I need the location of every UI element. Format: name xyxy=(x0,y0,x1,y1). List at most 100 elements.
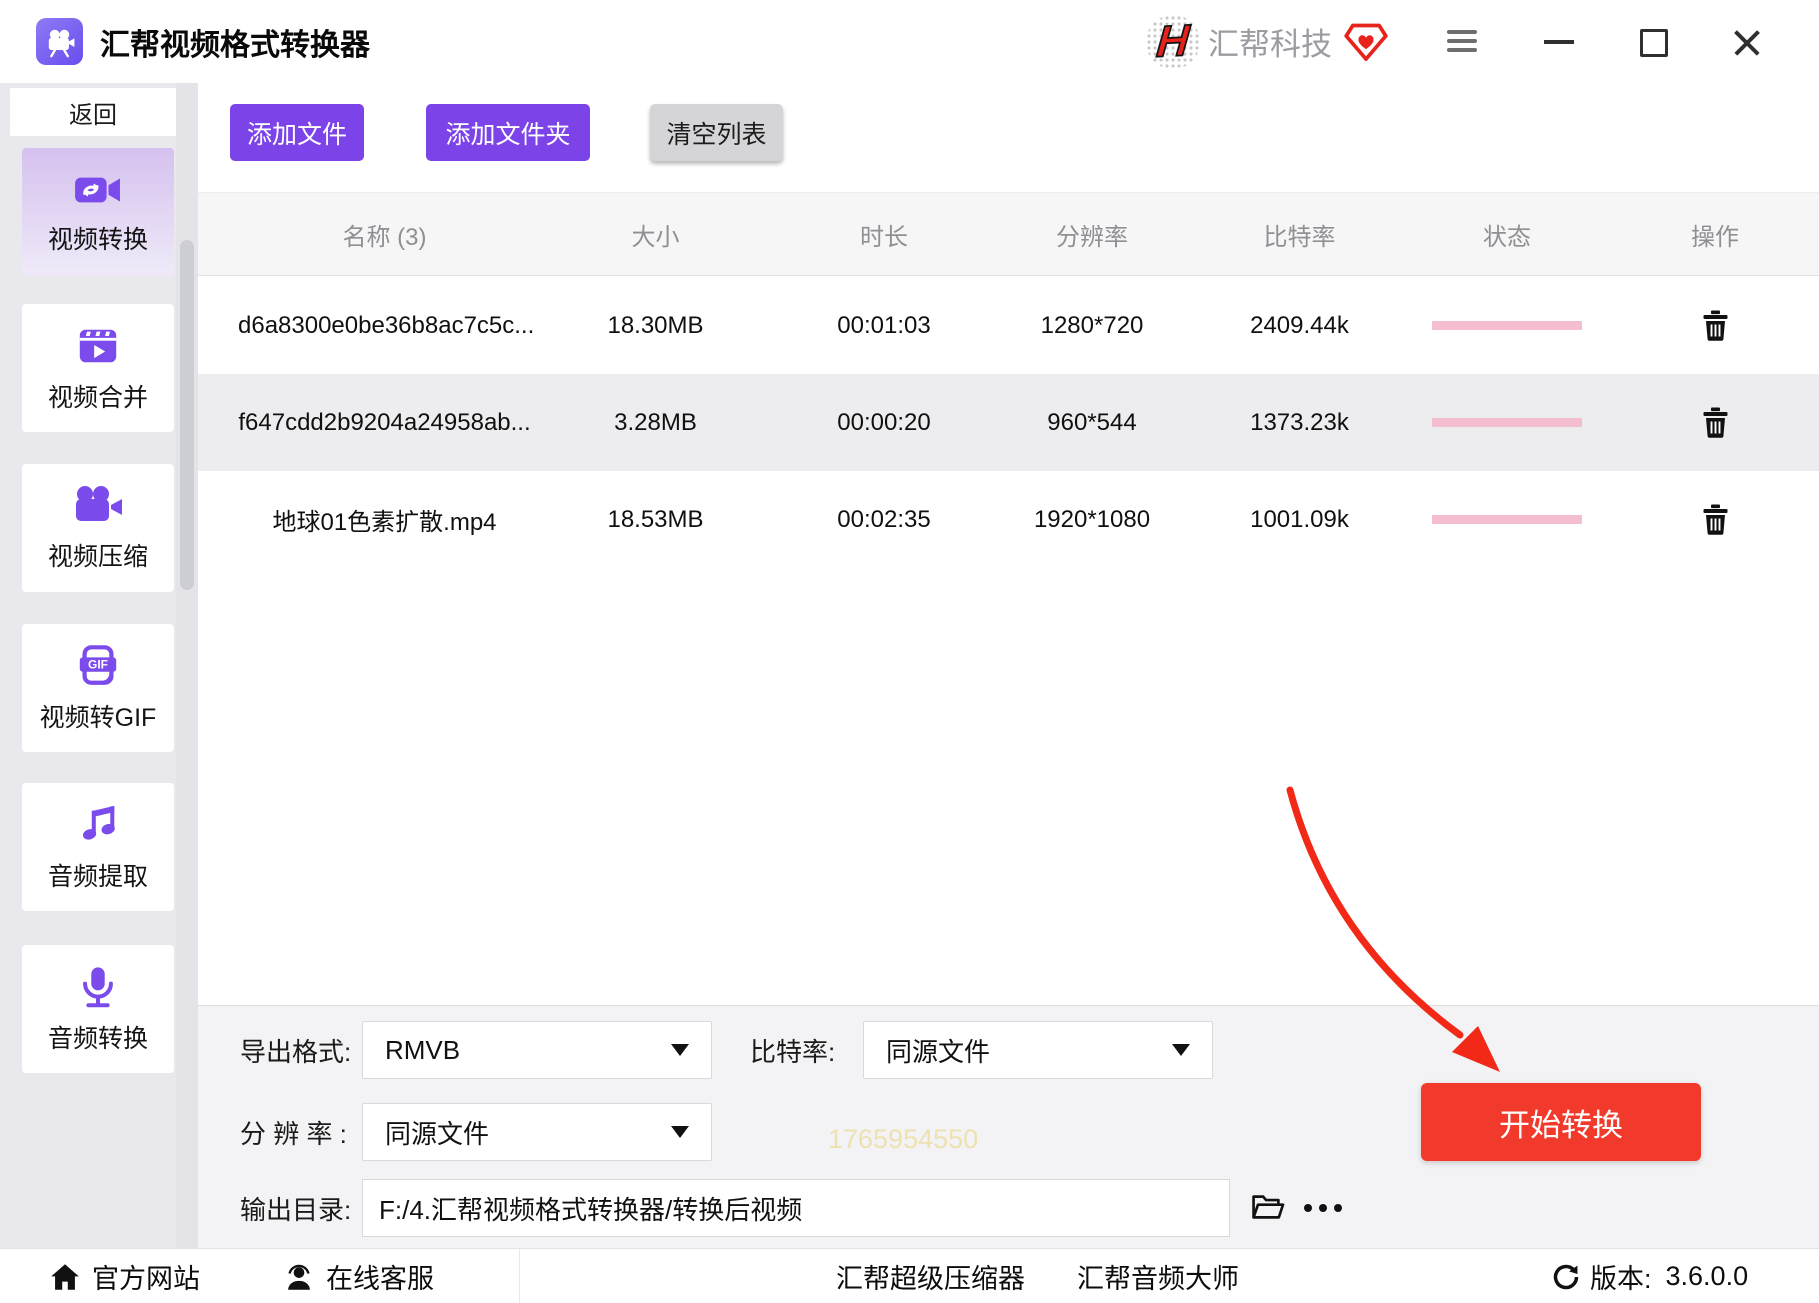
sidebar-item-video-compress[interactable]: 视频压缩 xyxy=(22,464,174,592)
sidebar-item-label: 视频合并 xyxy=(47,383,148,412)
sidebar-item-video-convert[interactable]: 视频转换 xyxy=(22,148,174,276)
video-merge-icon xyxy=(79,329,117,362)
start-convert-button[interactable]: 开始转换 xyxy=(1421,1083,1701,1161)
video-convert-icon xyxy=(75,177,120,202)
bitrate-select[interactable]: 同源文件 xyxy=(863,1021,1213,1079)
home-icon xyxy=(51,1263,79,1290)
gif-icon-text: GIF xyxy=(88,657,108,671)
audio-extract-icon xyxy=(82,805,115,840)
export-format-label: 导出格式: xyxy=(240,1036,352,1067)
version-value: 3.6.0.0 xyxy=(1665,1261,1749,1291)
file-bitrate: 2409.44k xyxy=(1250,311,1349,339)
refresh-icon[interactable] xyxy=(1552,1263,1580,1291)
file-size: 3.28MB xyxy=(614,408,697,436)
column-header-name: 名称 (3) xyxy=(342,223,427,251)
caret-down-icon xyxy=(1172,1044,1190,1056)
video-to-gif-icon: GIF xyxy=(79,644,117,685)
sidebar-item-video-merge[interactable]: 视频合并 xyxy=(22,304,174,432)
table-row[interactable]: d6a8300e0be36b8ac7c5c... 18.30MB 00:01:0… xyxy=(198,277,1819,374)
watermark-text: 1765954550 xyxy=(828,1124,979,1154)
caret-down-icon xyxy=(671,1126,689,1138)
file-resolution: 960*544 xyxy=(1047,408,1137,436)
video-compress-icon xyxy=(76,485,122,521)
file-name: d6a8300e0be36b8ac7c5c... xyxy=(238,311,535,339)
output-dir-input[interactable] xyxy=(362,1179,1230,1237)
sidebar-item-label: 音频转换 xyxy=(47,1024,148,1053)
sidebar-item-label: 视频转换 xyxy=(47,225,148,254)
file-duration: 00:01:03 xyxy=(837,311,931,339)
file-bitrate: 1373.23k xyxy=(1250,408,1349,436)
delete-icon[interactable] xyxy=(1702,407,1729,438)
column-header-action: 操作 xyxy=(1691,223,1739,251)
back-button[interactable]: 返回 xyxy=(10,88,176,136)
folder-icon[interactable] xyxy=(1250,1192,1286,1227)
settings-panel: 导出格式: RMVB 比特率: 同源文件 分 辨 率 : 同源文件 176595… xyxy=(198,1005,1819,1249)
caret-down-icon xyxy=(671,1044,689,1056)
progress-bar xyxy=(1432,418,1582,427)
output-dir-label: 输出目录: xyxy=(240,1194,352,1225)
bitrate-value: 同源文件 xyxy=(886,1036,991,1067)
clear-list-button[interactable]: 清空列表 xyxy=(650,104,783,161)
super-compressor-link[interactable]: 汇帮超级压缩器 xyxy=(836,1249,1025,1303)
vip-badge-icon[interactable] xyxy=(1344,22,1388,67)
online-service-link[interactable]: 在线客服 xyxy=(284,1249,434,1303)
export-format-value: RMVB xyxy=(385,1034,461,1065)
column-header-resolution: 分辨率 xyxy=(1056,223,1128,251)
app-logo-icon xyxy=(36,18,83,65)
customer-service-icon xyxy=(288,1264,310,1290)
resolution-value: 同源文件 xyxy=(385,1118,490,1149)
close-button[interactable] xyxy=(1732,28,1762,58)
add-file-button[interactable]: 添加文件 xyxy=(230,104,364,161)
file-name: 地球01色素扩散.mp4 xyxy=(272,509,497,536)
more-options-icon[interactable] xyxy=(1304,1204,1342,1212)
audio-master-link[interactable]: 汇帮音频大师 xyxy=(1077,1249,1239,1303)
file-resolution: 1280*720 xyxy=(1040,311,1144,339)
export-format-select[interactable]: RMVB xyxy=(362,1021,712,1079)
resolution-label: 分 辨 率 : xyxy=(240,1118,347,1149)
version-info: 版本: 3.6.0.0 xyxy=(1552,1249,1748,1303)
bitrate-label: 比特率: xyxy=(750,1036,836,1067)
sidebar-item-label: 视频转GIF xyxy=(39,703,157,732)
brand-name: 汇帮科技 xyxy=(1208,27,1332,62)
audio-convert-icon xyxy=(83,966,113,1007)
brand-initial: H xyxy=(1154,15,1192,67)
sidebar-item-audio-extract[interactable]: 音频提取 xyxy=(22,783,174,911)
file-size: 18.30MB xyxy=(607,311,704,339)
maximize-button[interactable] xyxy=(1640,29,1668,57)
delete-icon[interactable] xyxy=(1702,310,1729,341)
column-header-duration: 时长 xyxy=(860,223,908,251)
super-compressor-label: 汇帮超级压缩器 xyxy=(836,1264,1025,1294)
minimize-button[interactable] xyxy=(1544,40,1574,44)
table-row[interactable]: 地球01色素扩散.mp4 18.53MB 00:02:35 1920*1080 … xyxy=(198,471,1819,568)
table-header: 名称 (3) 大小 时长 分辨率 比特率 状态 操作 xyxy=(198,192,1819,276)
file-name: f647cdd2b9204a24958ab... xyxy=(238,408,531,436)
column-header-bitrate: 比特率 xyxy=(1263,223,1336,251)
add-folder-button[interactable]: 添加文件夹 xyxy=(426,104,590,161)
resolution-select[interactable]: 同源文件 xyxy=(362,1103,712,1161)
sidebar-scrollbar-thumb[interactable] xyxy=(180,240,194,590)
app-title: 汇帮视频格式转换器 xyxy=(100,28,370,62)
column-header-size: 大小 xyxy=(631,223,680,251)
audio-master-label: 汇帮音频大师 xyxy=(1077,1264,1239,1294)
online-service-label: 在线客服 xyxy=(326,1264,434,1294)
file-duration: 00:02:35 xyxy=(837,505,931,533)
status-divider xyxy=(519,1249,520,1303)
title-bar: 汇帮视频格式转换器 H 汇帮科技 xyxy=(0,0,1819,83)
sidebar-item-video-to-gif[interactable]: GIF 视频转GIF xyxy=(22,624,174,752)
official-site-label: 官方网站 xyxy=(92,1264,200,1294)
brand-logo-icon: H xyxy=(1146,15,1200,69)
progress-bar xyxy=(1432,321,1582,330)
sidebar-item-audio-convert[interactable]: 音频转换 xyxy=(22,945,174,1073)
delete-icon[interactable] xyxy=(1702,504,1729,535)
official-site-link[interactable]: 官方网站 xyxy=(50,1249,200,1303)
file-duration: 00:00:20 xyxy=(837,408,931,436)
version-label: 版本: xyxy=(1590,1264,1652,1294)
status-bar: 官方网站 在线客服 汇帮超级压缩器 汇帮音频大师 版本: 3.6.0.0 xyxy=(0,1248,1819,1303)
menu-icon[interactable] xyxy=(1447,30,1477,52)
file-bitrate: 1001.09k xyxy=(1250,505,1349,533)
file-resolution: 1920*1080 xyxy=(1033,505,1151,533)
sidebar-item-label: 视频压缩 xyxy=(47,542,148,571)
app-window: 汇帮视频格式转换器 H 汇帮科技 返回 视频转换 视频合并 视频压缩 GIF 视… xyxy=(0,0,1819,1303)
column-header-status: 状态 xyxy=(1483,223,1531,251)
table-row[interactable]: f647cdd2b9204a24958ab... 3.28MB 00:00:20… xyxy=(198,374,1819,471)
